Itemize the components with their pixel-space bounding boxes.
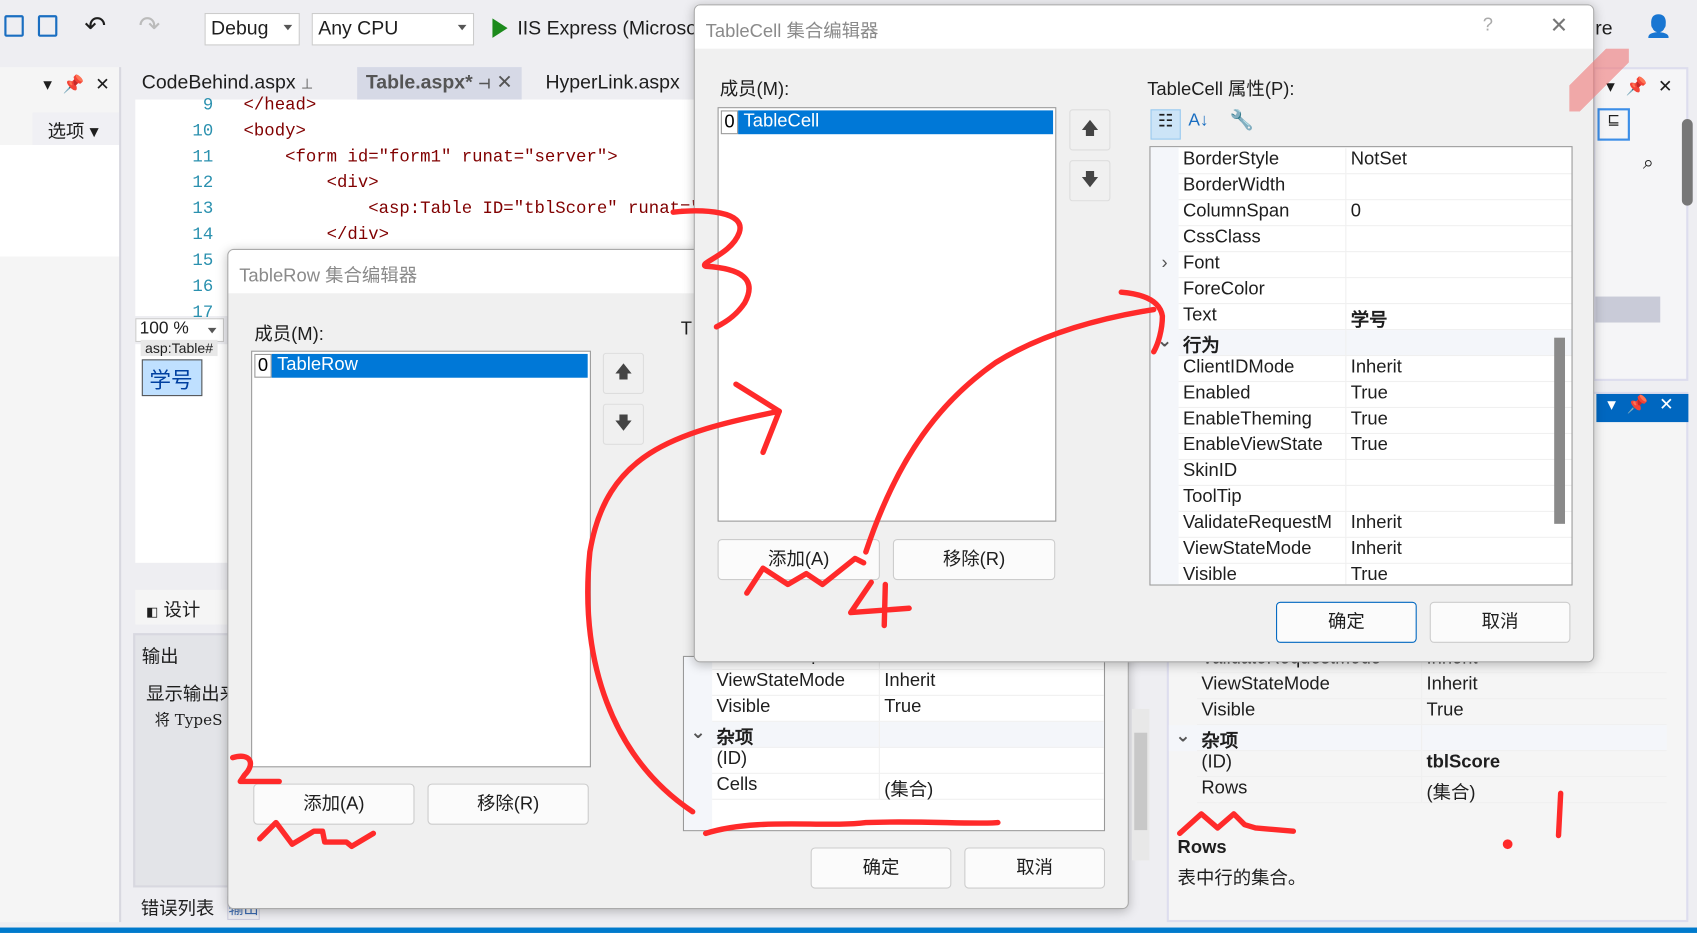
annotation-squiggle-add-row (257, 819, 377, 850)
annotation-curve (585, 408, 782, 815)
annotation-number-4 (847, 579, 912, 629)
annotation-squiggle-add-cell (744, 555, 867, 596)
hand-annotations (229, 208, 1564, 850)
vs-window: ↶ ↷ Debug Any CPU IIS Express (Microsof … (0, 0, 1697, 933)
annotation-arrow-to-text (863, 289, 1166, 555)
annotation-number-1 (1555, 790, 1564, 839)
annotation-number-3 (670, 208, 752, 330)
annotation-underline-cells (702, 819, 1001, 837)
annotation-number-2 (229, 753, 282, 785)
annotation-dot (1502, 839, 1513, 850)
annotation-squiggle-rows (1177, 811, 1297, 837)
